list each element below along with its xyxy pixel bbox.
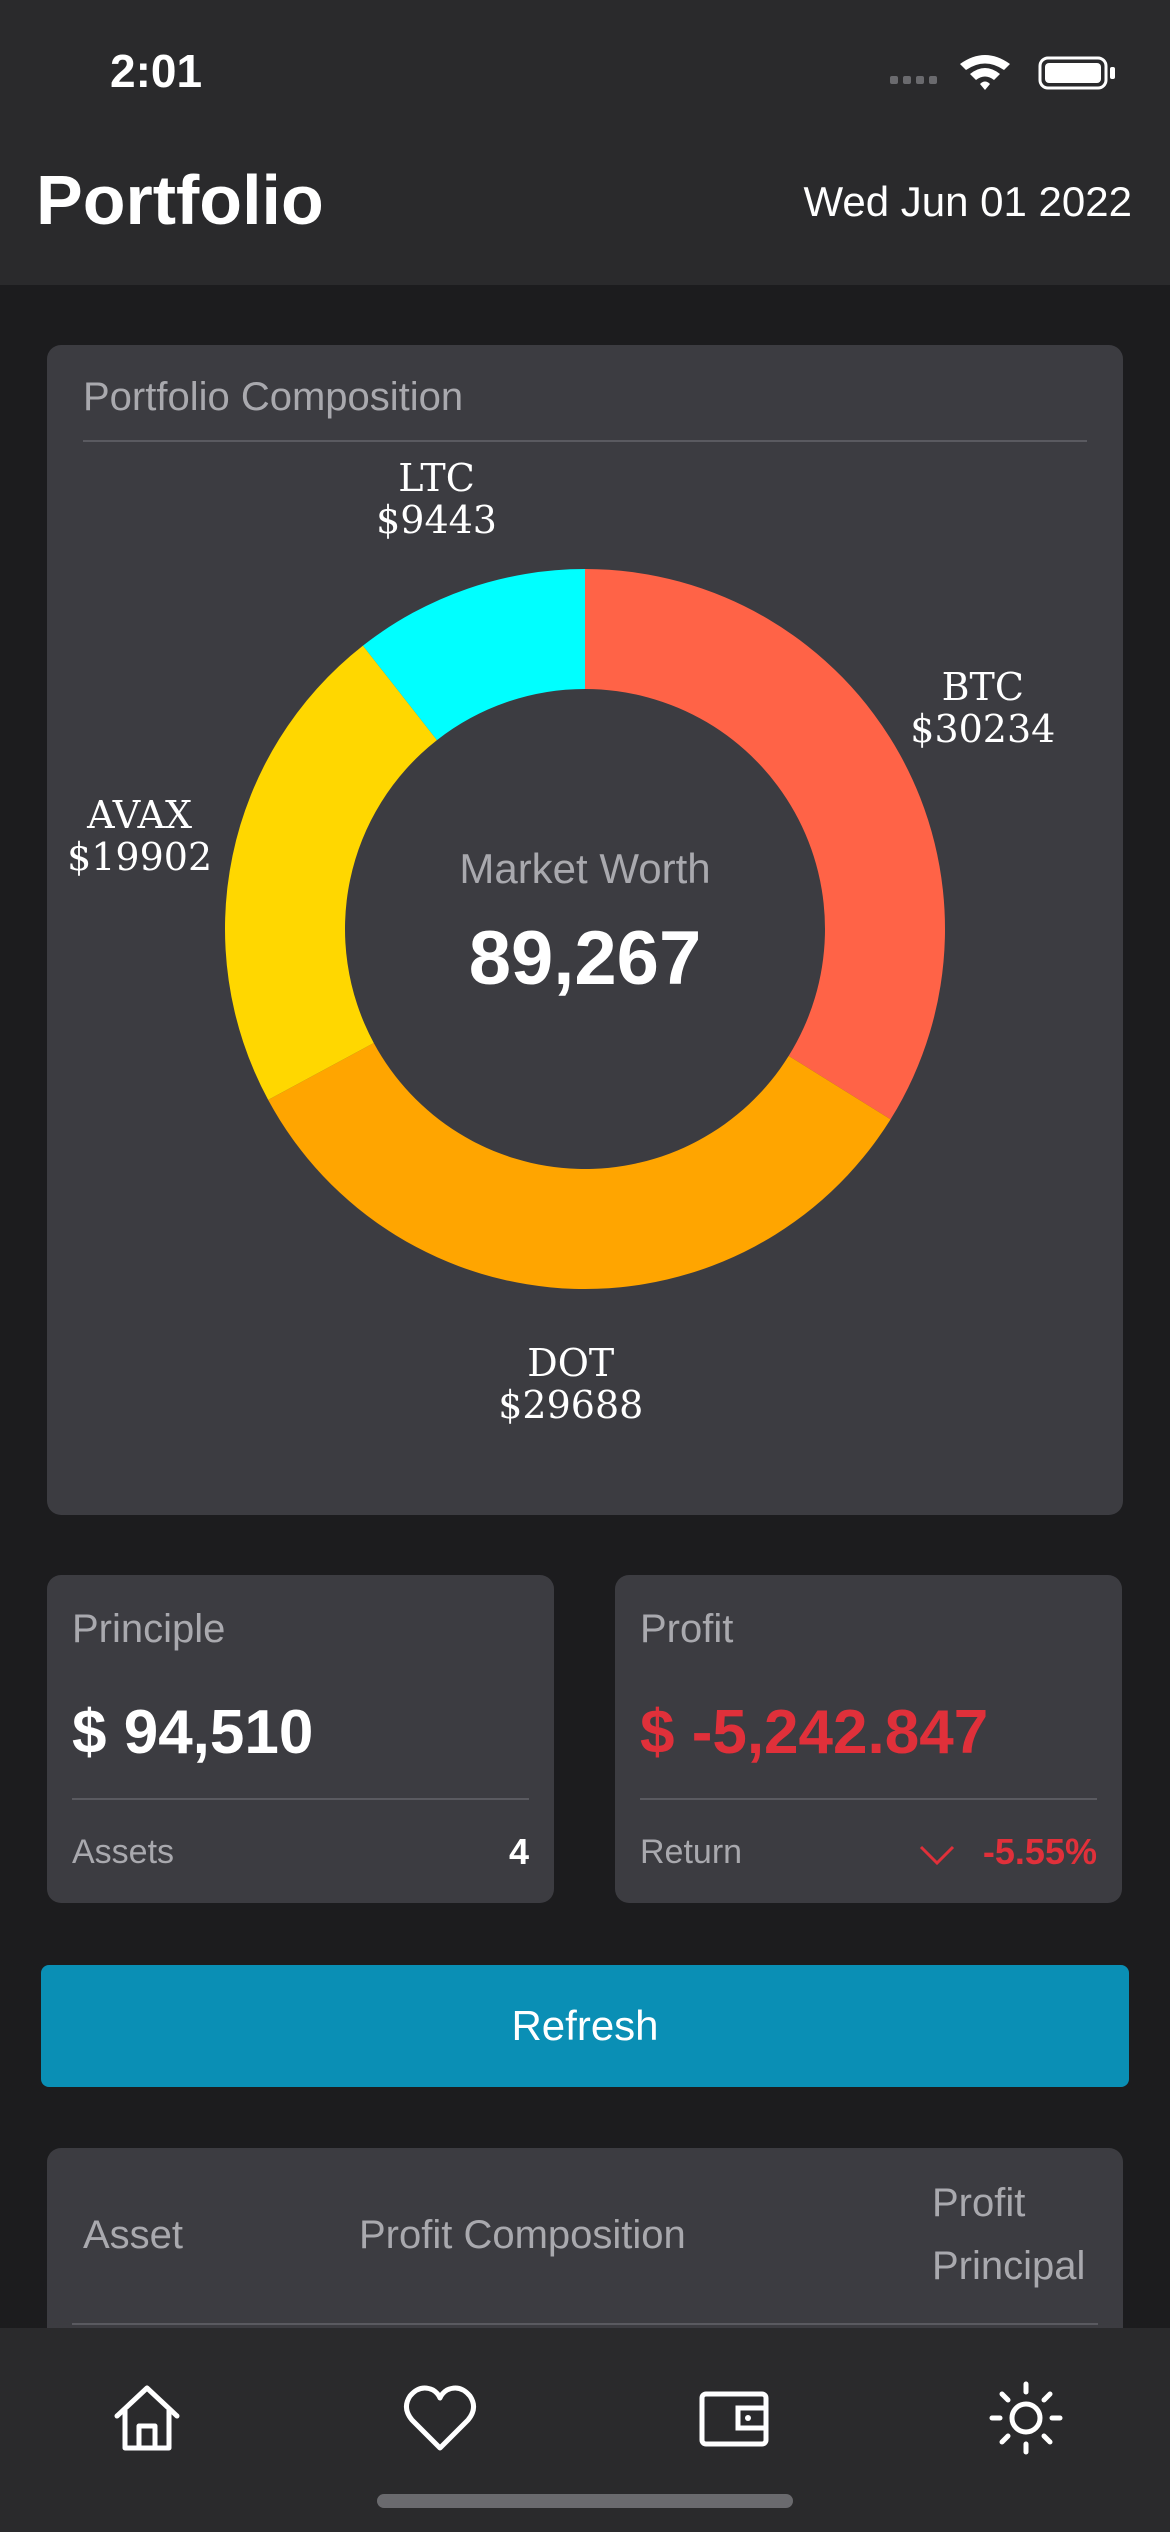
cellular-signal-icon (890, 76, 937, 84)
heart-icon[interactable] (400, 2378, 480, 2458)
header-date: Wed Jun 01 2022 (803, 178, 1132, 225)
divider (72, 2323, 1098, 2325)
market-worth-value: 89,267 (468, 916, 702, 1001)
home-icon[interactable] (107, 2378, 187, 2458)
profit-card: Profit $ -5,242.847 Return -5.55% (615, 1575, 1122, 1903)
portfolio-composition-card: Portfolio Composition BTC $30234 DOT $29688… (47, 345, 1123, 1515)
principle-card: Principle $ 94,510 Assets 4 (47, 1575, 554, 1903)
slice-name: LTC (398, 455, 475, 500)
column-header-principal[interactable]: Principal (932, 2235, 1085, 2297)
wifi-icon (960, 55, 1010, 90)
page-title: Portfolio (36, 161, 324, 239)
market-worth-label: Market Worth (459, 845, 711, 892)
return-value: -5.55% (982, 1831, 1097, 1872)
column-header-profit[interactable]: Profit (932, 2172, 1025, 2234)
column-header-asset[interactable]: Asset (83, 2204, 183, 2266)
status-icons (890, 55, 1115, 90)
slice-value: $9443 (376, 497, 497, 542)
status-time: 2:01 (110, 45, 203, 97)
assets-count: 4 (508, 1831, 529, 1872)
slice-label-avax: AVAX $19902 (30, 794, 250, 878)
column-header-profit-composition[interactable]: Profit Composition (359, 2204, 686, 2266)
refresh-button[interactable]: Refresh (41, 1965, 1129, 2087)
donut-chart: BTC $30234 DOT $29688 AVAX $19902 LTC $9443 Mar… (47, 345, 1123, 1515)
home-indicator (377, 2494, 793, 2508)
chevron-down-icon (919, 1845, 955, 1866)
slice-name: AVAX (87, 793, 193, 838)
slice-label-btc: BTC $30234 (873, 666, 1093, 750)
divider (72, 1798, 529, 1800)
status-bar: 2:01 (0, 0, 1170, 150)
slice-value: $19902 (67, 835, 213, 880)
slice-value: $30234 (910, 707, 1056, 752)
slice-name: BTC (941, 665, 1024, 710)
slice-value: $29688 (498, 1382, 644, 1427)
slice-label-dot: DOT $29688 (461, 1342, 681, 1426)
principle-title: Principle (72, 1607, 226, 1651)
slice-name: DOT (527, 1340, 615, 1385)
assets-label: Assets (72, 1833, 175, 1871)
battery-icon (1038, 56, 1115, 90)
wallet-icon[interactable] (694, 2378, 774, 2458)
sun-icon[interactable] (986, 2378, 1066, 2458)
profit-title: Profit (640, 1607, 734, 1651)
divider (640, 1798, 1097, 1800)
principle-value: $ 94,510 (72, 1698, 314, 1767)
profit-value: $ -5,242.847 (640, 1698, 989, 1767)
return-label: Return (640, 1833, 743, 1871)
donut-slice-dot[interactable] (268, 1042, 891, 1289)
slice-label-ltc: LTC $9443 (327, 457, 547, 541)
header: Portfolio Wed Jun 01 2022 (0, 140, 1170, 285)
